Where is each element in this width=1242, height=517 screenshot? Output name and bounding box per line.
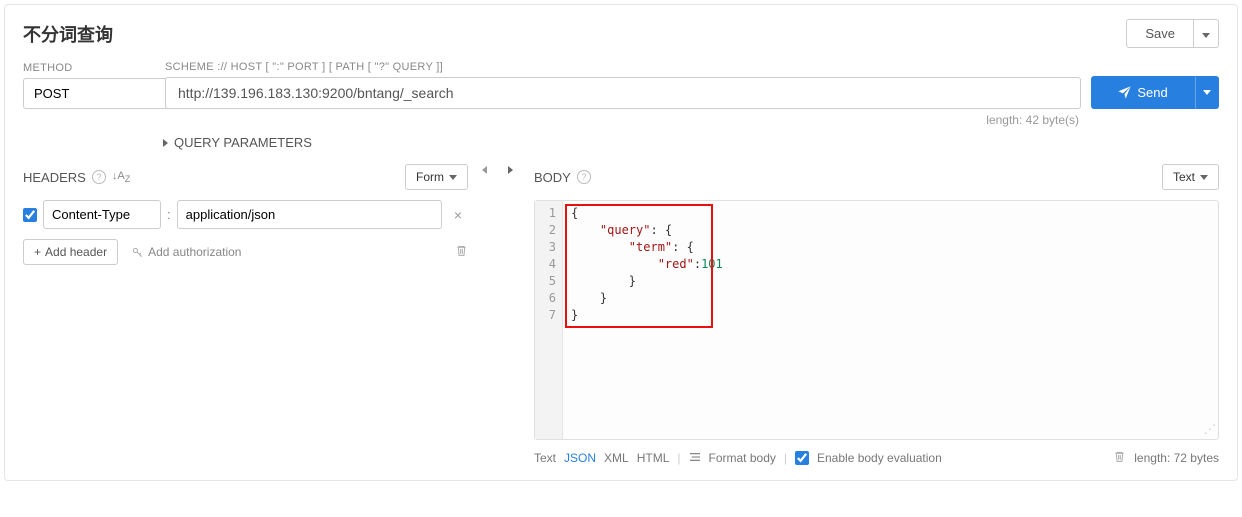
body-editor[interactable]: 1234567 { "query": { "term": { "red":101… [534, 200, 1219, 440]
header-enabled-checkbox[interactable] [23, 208, 37, 222]
mode-xml[interactable]: XML [604, 451, 629, 465]
key-icon [132, 247, 143, 258]
separator: | [677, 451, 680, 465]
body-title-text: BODY [534, 170, 571, 185]
query-parameters-toggle[interactable]: QUERY PARAMETERS [23, 135, 1219, 150]
enable-eval-checkbox[interactable] [795, 451, 809, 465]
send-group: Send [1091, 76, 1219, 109]
save-group: Save [1126, 19, 1219, 48]
header-value-input[interactable] [177, 200, 442, 229]
header-row: : × [23, 200, 468, 229]
url-column: SCHEME :// HOST [ ":" PORT ] [ PATH [ "?… [165, 61, 1081, 109]
mode-json[interactable]: JSON [564, 451, 596, 465]
main-area: HEADERS ? ↓AZ Form : × + Add h [23, 164, 1219, 466]
add-authorization-button[interactable]: Add authorization [132, 245, 241, 259]
save-dropdown-button[interactable] [1194, 19, 1219, 48]
body-title: BODY ? [534, 170, 591, 185]
mode-text[interactable]: Text [534, 451, 556, 465]
title-row: 不分词查询 Save [23, 19, 1219, 48]
headers-actions: + Add header Add authorization [23, 239, 468, 265]
caret-down-icon [1200, 175, 1208, 180]
resize-handle-icon[interactable]: ⋰ [1204, 425, 1216, 437]
url-label: SCHEME :// HOST [ ":" PORT ] [ PATH [ "?… [165, 61, 1081, 73]
form-toggle-label: Form [416, 170, 444, 184]
headers-panel: HEADERS ? ↓AZ Form : × + Add h [23, 164, 468, 466]
help-icon[interactable]: ? [92, 170, 106, 184]
request-card: 不分词查询 Save METHOD SCHEME :// HOST [ ":" … [4, 4, 1238, 481]
plus-icon: + [34, 245, 41, 259]
method-label: METHOD [23, 62, 155, 74]
line-gutter: 1234567 [535, 201, 563, 439]
enable-eval-label: Enable body evaluation [817, 451, 942, 465]
chevron-right-icon [508, 166, 513, 174]
header-name-input[interactable] [43, 200, 161, 229]
body-toggle-label: Text [1173, 170, 1195, 184]
headers-title: HEADERS ? ↓AZ [23, 170, 130, 185]
request-row: METHOD SCHEME :// HOST [ ":" PORT ] [ PA… [23, 60, 1219, 109]
send-button[interactable]: Send [1091, 76, 1195, 109]
collapse-right-handle[interactable] [508, 164, 520, 466]
body-length-text: length: 72 bytes [1134, 451, 1219, 465]
save-button[interactable]: Save [1126, 19, 1194, 48]
body-footer: Text JSON XML HTML | Format body | Enabl… [534, 450, 1219, 466]
body-panel-header: BODY ? Text [534, 164, 1219, 190]
chevron-right-icon [163, 139, 168, 147]
chevron-left-icon [482, 166, 487, 174]
send-column: Send [1091, 60, 1219, 109]
method-select[interactable] [23, 78, 155, 109]
sort-icon[interactable]: ↓AZ [112, 170, 130, 184]
send-spacer [1091, 60, 1219, 72]
mode-html[interactable]: HTML [637, 451, 670, 465]
caret-down-icon [449, 175, 457, 180]
clear-body-button[interactable] [1113, 450, 1126, 466]
format-body-button[interactable]: Format body [709, 451, 776, 465]
header-remove-button[interactable]: × [448, 207, 468, 223]
send-dropdown-button[interactable] [1195, 76, 1219, 109]
collapse-left-handle[interactable] [482, 164, 494, 466]
body-view-toggle[interactable]: Text [1162, 164, 1219, 190]
send-label: Send [1137, 85, 1167, 100]
page-title: 不分词查询 [23, 21, 113, 47]
caret-down-icon [1203, 90, 1211, 95]
footer-right: length: 72 bytes [1113, 450, 1219, 466]
separator: | [784, 451, 787, 465]
url-input[interactable] [165, 77, 1081, 109]
header-colon: : [167, 207, 171, 222]
body-panel: BODY ? Text 1234567 { "query": { "term":… [534, 164, 1219, 466]
url-length-text: length: 42 byte(s) [23, 113, 1219, 127]
help-icon[interactable]: ? [577, 170, 591, 184]
format-icon [689, 451, 701, 465]
headers-view-toggle[interactable]: Form [405, 164, 468, 190]
headers-title-text: HEADERS [23, 170, 86, 185]
caret-down-icon [1202, 33, 1210, 38]
headers-panel-header: HEADERS ? ↓AZ Form [23, 164, 468, 190]
add-header-label: Add header [45, 245, 107, 259]
code-area[interactable]: { "query": { "term": { "red":101 } } } [563, 201, 1218, 439]
clear-headers-button[interactable] [455, 244, 468, 260]
trash-icon [1113, 450, 1126, 463]
add-auth-label: Add authorization [148, 245, 241, 259]
query-parameters-label: QUERY PARAMETERS [174, 135, 312, 150]
add-header-button[interactable]: + Add header [23, 239, 118, 265]
trash-icon [455, 244, 468, 257]
send-icon [1118, 86, 1131, 99]
method-column: METHOD [23, 62, 155, 109]
